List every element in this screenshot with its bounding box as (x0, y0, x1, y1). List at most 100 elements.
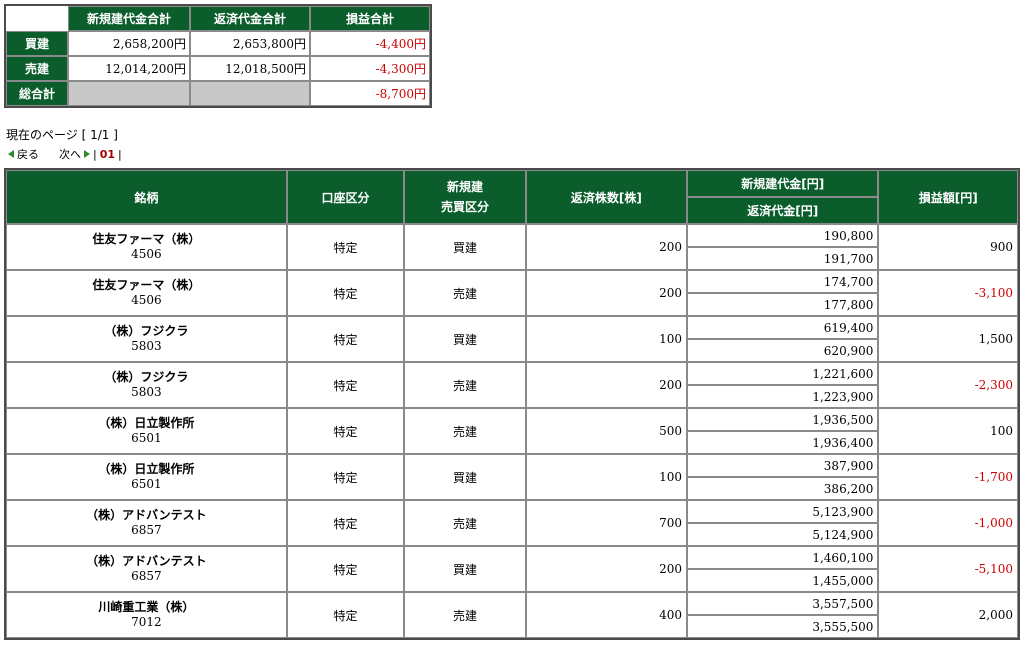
positions-table: 銘柄 口座区分 新規建 売買区分 返済株数[株] 新規建代金[円] 損益額[円]… (4, 168, 1020, 640)
close-amount: 1,455,000 (687, 569, 879, 592)
position-row: （株）日立製作所 6501 特定 買建 100 387,900 -1,700 (6, 454, 1018, 500)
stock-name-cell: （株）アドバンテスト 6857 (6, 546, 287, 592)
prev-link[interactable]: 戻る (17, 146, 39, 162)
new-amount: 1,460,100 (687, 546, 879, 569)
summary-pl: -4,300円 (310, 56, 430, 81)
page-separator: | (118, 147, 122, 161)
next-arrow-icon[interactable] (84, 150, 90, 158)
summary-close-total: 2,653,800円 (190, 31, 310, 56)
trade-side: 買建 (404, 224, 526, 270)
profit-loss: -1,000 (878, 500, 1018, 546)
stock-name: 住友ファーマ（株） (92, 232, 201, 246)
stock-code: 6857 (131, 523, 162, 537)
stock-name-cell: （株）フジクラ 5803 (6, 362, 287, 408)
current-page-indicator: 現在のページ [ 1/1 ] (6, 128, 118, 142)
profit-loss: 900 (878, 224, 1018, 270)
position-row: （株）日立製作所 6501 特定 売建 500 1,936,500 100 (6, 408, 1018, 454)
summary-pl: -4,400円 (310, 31, 430, 56)
summary-row-label: 売建 (6, 56, 68, 81)
summary-blank-cell (68, 81, 190, 106)
profit-loss: 2,000 (878, 592, 1018, 638)
profit-loss: -5,100 (878, 546, 1018, 592)
col-header-name: 銘柄 (6, 170, 287, 224)
close-quantity: 700 (525, 500, 688, 546)
stock-name: （株）フジクラ (104, 370, 189, 384)
account-type: 特定 (286, 500, 405, 546)
trade-side: 売建 (404, 408, 526, 454)
pagination-nav: 戻る 次へ | 01 | (8, 146, 122, 162)
close-amount: 191,700 (687, 247, 879, 270)
new-amount: 3,557,500 (687, 592, 879, 615)
profit-loss: -3,100 (878, 270, 1018, 316)
close-quantity: 200 (525, 362, 688, 408)
new-amount: 1,936,500 (687, 408, 879, 431)
close-quantity: 100 (525, 454, 688, 500)
trade-side: 買建 (404, 454, 526, 500)
new-amount: 190,800 (687, 224, 879, 247)
profit-loss: -1,700 (878, 454, 1018, 500)
account-type: 特定 (286, 362, 405, 408)
account-type: 特定 (286, 592, 405, 638)
stock-name-cell: （株）日立製作所 6501 (6, 454, 287, 500)
close-amount: 5,124,900 (687, 523, 879, 546)
account-type: 特定 (286, 454, 405, 500)
col-header-side-line2: 売買区分 (440, 200, 489, 214)
position-row: 住友ファーマ（株） 4506 特定 売建 200 174,700 -3,100 (6, 270, 1018, 316)
summary-blank-cell (190, 81, 310, 106)
trade-side: 売建 (404, 270, 526, 316)
account-type: 特定 (286, 224, 405, 270)
account-type: 特定 (286, 316, 405, 362)
summary-row-label: 買建 (6, 31, 68, 56)
close-amount: 620,900 (687, 339, 879, 362)
new-amount: 5,123,900 (687, 500, 879, 523)
summary-table: 新規建代金合計 返済代金合計 損益合計 買建 2,658,200円 2,653,… (4, 4, 432, 108)
stock-name: 川崎重工業（株） (98, 600, 195, 614)
position-row: （株）フジクラ 5803 特定 売建 200 1,221,600 -2,300 (6, 362, 1018, 408)
next-link[interactable]: 次へ (59, 146, 81, 162)
stock-code: 6501 (131, 431, 162, 445)
trade-side: 売建 (404, 500, 526, 546)
position-row: （株）アドバンテスト 6857 特定 買建 200 1,460,100 -5,100 (6, 546, 1018, 592)
new-amount: 174,700 (687, 270, 879, 293)
col-header-new-amount: 新規建代金[円] (687, 170, 879, 197)
stock-name: （株）フジクラ (104, 324, 189, 338)
close-quantity: 400 (525, 592, 688, 638)
position-row: （株）フジクラ 5803 特定 買建 100 619,400 1,500 (6, 316, 1018, 362)
stock-name-cell: （株）日立製作所 6501 (6, 408, 287, 454)
stock-code: 5803 (131, 339, 162, 353)
prev-arrow-icon[interactable] (8, 150, 14, 158)
col-header-pl: 損益額[円] (878, 170, 1018, 224)
col-header-qty: 返済株数[株] (525, 170, 688, 224)
stock-name-cell: 川崎重工業（株） 7012 (6, 592, 287, 638)
stock-name-cell: （株）アドバンテスト 6857 (6, 500, 287, 546)
summary-header-new-total: 新規建代金合計 (68, 6, 190, 31)
account-type: 特定 (286, 546, 405, 592)
stock-code: 7012 (131, 615, 162, 629)
stock-name-cell: （株）フジクラ 5803 (6, 316, 287, 362)
profit-loss: 100 (878, 408, 1018, 454)
new-amount: 619,400 (687, 316, 879, 339)
trade-side: 売建 (404, 362, 526, 408)
position-row: 住友ファーマ（株） 4506 特定 買建 200 190,800 900 (6, 224, 1018, 270)
close-quantity: 200 (525, 546, 688, 592)
col-header-account: 口座区分 (286, 170, 405, 224)
stock-name: （株）日立製作所 (98, 462, 195, 476)
new-amount: 387,900 (687, 454, 879, 477)
summary-corner (6, 6, 68, 31)
close-amount: 3,555,500 (687, 615, 879, 638)
close-quantity: 100 (525, 316, 688, 362)
col-header-side: 新規建 売買区分 (404, 170, 526, 224)
summary-grand-pl: -8,700円 (310, 81, 430, 106)
account-type: 特定 (286, 270, 405, 316)
page-number-link[interactable]: 01 (100, 148, 115, 161)
stock-name-cell: 住友ファーマ（株） 4506 (6, 224, 287, 270)
stock-name: 住友ファーマ（株） (92, 278, 201, 292)
summary-row-sell: 売建 12,014,200円 12,018,500円 -4,300円 (6, 56, 430, 81)
summary-new-total: 2,658,200円 (68, 31, 190, 56)
summary-row-label: 総合計 (6, 81, 68, 106)
close-quantity: 200 (525, 224, 688, 270)
summary-row-buy: 買建 2,658,200円 2,653,800円 -4,400円 (6, 31, 430, 56)
position-row: 川崎重工業（株） 7012 特定 売建 400 3,557,500 2,000 (6, 592, 1018, 638)
account-type: 特定 (286, 408, 405, 454)
summary-row-grand-total: 総合計 -8,700円 (6, 81, 430, 106)
